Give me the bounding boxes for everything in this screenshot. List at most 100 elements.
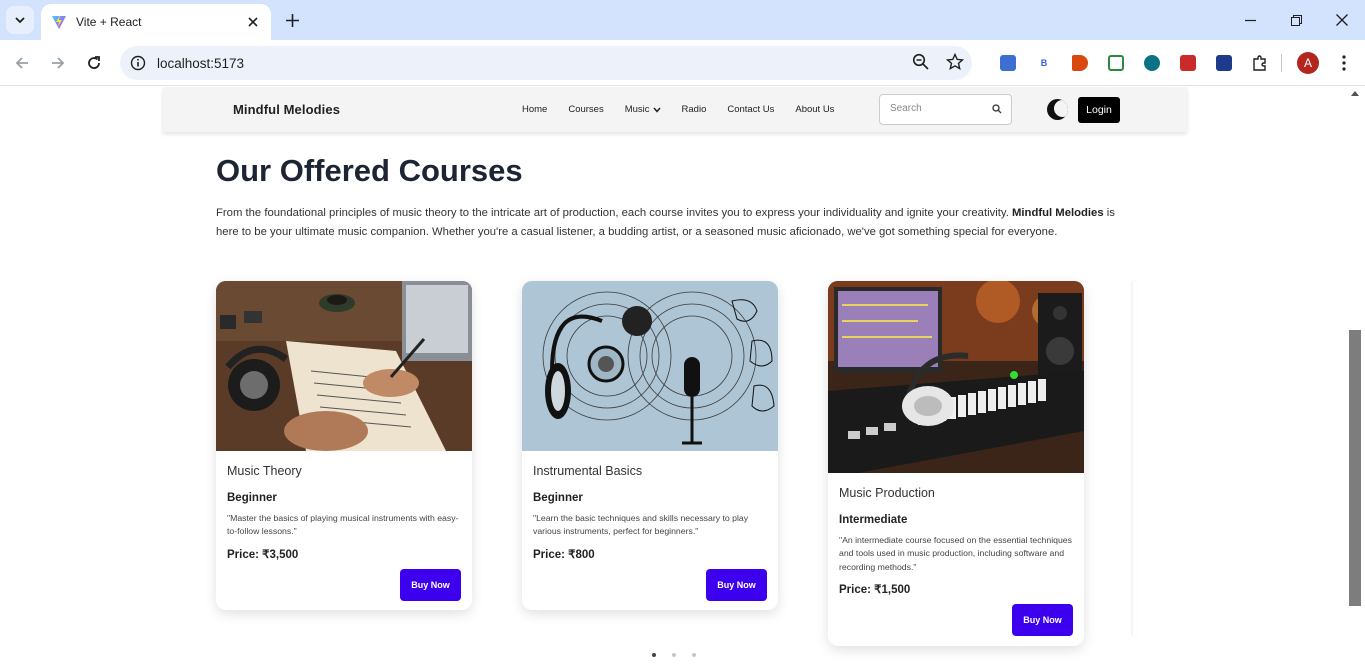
tab-search-button[interactable] bbox=[6, 6, 34, 34]
music-theory-image bbox=[216, 281, 472, 451]
site-brand[interactable]: Mindful Melodies bbox=[233, 102, 340, 117]
tab-title: Vite + React bbox=[76, 15, 142, 29]
browser-toolbar: localhost:5173 B A bbox=[0, 40, 1365, 86]
nav-link-home[interactable]: Home bbox=[522, 104, 547, 115]
course-price: Price: ₹800 bbox=[533, 548, 595, 561]
course-description: "An intermediate course focused on the e… bbox=[839, 535, 1072, 572]
minimize-button[interactable] bbox=[1227, 0, 1273, 40]
course-card-body: Music Production Intermediate "An interm… bbox=[828, 473, 1084, 636]
nav-link-radio[interactable]: Radio bbox=[682, 104, 707, 115]
location-ext-icon bbox=[1144, 55, 1160, 71]
new-tab-button[interactable] bbox=[280, 8, 304, 32]
course-card: Music Production Intermediate "An interm… bbox=[828, 281, 1084, 646]
extension-button[interactable] bbox=[1134, 52, 1170, 74]
close-icon bbox=[248, 17, 258, 27]
browser-tab[interactable]: Vite + React bbox=[41, 4, 271, 40]
megaphone-ext-icon bbox=[1072, 55, 1088, 71]
close-window-button[interactable] bbox=[1319, 0, 1365, 40]
star-icon bbox=[945, 52, 965, 71]
reload-icon bbox=[88, 56, 100, 69]
page-scrollbar[interactable] bbox=[1349, 87, 1363, 672]
profile-avatar[interactable]: A bbox=[1297, 52, 1319, 74]
plus-icon bbox=[285, 13, 299, 27]
screen-ext-icon bbox=[1000, 55, 1016, 71]
bookmark-button[interactable] bbox=[945, 52, 965, 76]
page-title: Our Offered Courses bbox=[216, 153, 523, 188]
intro-brand: Mindful Melodies bbox=[1012, 207, 1104, 219]
extension-button[interactable] bbox=[1062, 52, 1098, 74]
buy-now-button[interactable]: Buy Now bbox=[706, 569, 767, 601]
chevron-down-icon bbox=[652, 107, 661, 113]
b-ext-icon: B bbox=[1040, 58, 1048, 68]
course-level: Beginner bbox=[227, 492, 277, 504]
buy-now-button[interactable]: Buy Now bbox=[400, 569, 461, 601]
nav-link-music[interactable]: Music bbox=[625, 104, 661, 115]
course-card: Instrumental Basics Beginner "Learn the … bbox=[522, 281, 778, 610]
close-icon bbox=[1336, 14, 1348, 26]
extension-button[interactable] bbox=[1170, 52, 1206, 74]
search-input[interactable] bbox=[890, 103, 990, 114]
course-title: Music Theory bbox=[227, 464, 302, 478]
nav-link-about[interactable]: About Us bbox=[795, 104, 834, 115]
nav-link-contact[interactable]: Contact Us bbox=[727, 104, 774, 115]
vite-logo-icon bbox=[52, 15, 66, 29]
browser-tab-strip: Vite + React bbox=[0, 0, 1365, 40]
scrollbar-thumb[interactable] bbox=[1349, 330, 1361, 606]
carousel-dot[interactable] bbox=[672, 653, 676, 657]
intro-text-start: From the foundational principles of musi… bbox=[216, 207, 1012, 219]
carousel-dots bbox=[652, 653, 696, 657]
puzzle-ext-icon bbox=[1253, 55, 1266, 71]
course-price: Price: ₹1,500 bbox=[839, 583, 911, 596]
theme-toggle-moon-icon[interactable] bbox=[1047, 99, 1068, 120]
course-title: Instrumental Basics bbox=[533, 464, 643, 478]
course-level: Intermediate bbox=[839, 514, 908, 526]
section-intro: From the foundational principles of musi… bbox=[216, 204, 1126, 242]
search-icon[interactable] bbox=[992, 104, 1002, 114]
grid-ext-icon bbox=[1180, 55, 1196, 71]
info-icon bbox=[130, 55, 146, 71]
buy-now-button[interactable]: Buy Now bbox=[1012, 604, 1073, 636]
course-title: Music Production bbox=[839, 486, 935, 500]
nav-link-courses[interactable]: Courses bbox=[568, 104, 603, 115]
page-viewport: Mindful Melodies Home Courses Music Radi… bbox=[0, 87, 1365, 672]
extensions-row: B bbox=[990, 52, 1278, 74]
extension-button[interactable]: B bbox=[1026, 52, 1062, 74]
next-card-edge bbox=[1133, 281, 1137, 636]
course-level: Beginner bbox=[533, 492, 583, 504]
course-description: "Learn the basic techniques and skills n… bbox=[533, 513, 749, 537]
back-button[interactable] bbox=[8, 49, 36, 77]
restore-icon bbox=[1290, 14, 1302, 26]
arrow-left-icon bbox=[15, 57, 28, 69]
browser-menu-button[interactable] bbox=[1334, 52, 1354, 74]
toolbar-divider bbox=[1281, 54, 1282, 72]
extension-button[interactable] bbox=[1206, 52, 1242, 74]
forward-button[interactable] bbox=[44, 49, 72, 77]
reload-button[interactable] bbox=[80, 49, 108, 77]
nav-link-music-label: Music bbox=[624, 104, 650, 115]
checklist-ext-icon bbox=[1108, 55, 1124, 71]
course-price: Price: ₹3,500 bbox=[227, 548, 299, 561]
url-text: localhost:5173 bbox=[157, 55, 245, 71]
site-info-button[interactable] bbox=[130, 55, 146, 71]
site-navbar: Mindful Melodies Home Courses Music Radi… bbox=[163, 87, 1187, 132]
window-controls bbox=[1227, 0, 1365, 40]
carousel-dot[interactable] bbox=[692, 653, 696, 657]
extension-button[interactable] bbox=[1098, 52, 1134, 74]
restore-button[interactable] bbox=[1273, 0, 1319, 40]
arrow-right-icon bbox=[52, 57, 65, 69]
carousel-dot[interactable] bbox=[652, 653, 656, 657]
window-ext-icon bbox=[1216, 55, 1232, 71]
address-bar[interactable]: localhost:5173 bbox=[120, 46, 972, 80]
course-card: Music Theory Beginner "Master the basics… bbox=[216, 281, 472, 610]
zoom-out-icon bbox=[912, 53, 929, 70]
login-button[interactable]: Login bbox=[1078, 97, 1120, 123]
course-card-body: Instrumental Basics Beginner "Learn the … bbox=[522, 451, 778, 601]
minimize-icon bbox=[1244, 19, 1256, 21]
scroll-up-arrow-icon[interactable] bbox=[1351, 91, 1359, 96]
extensions-menu-button[interactable] bbox=[1242, 52, 1278, 74]
chevron-down-icon bbox=[15, 17, 25, 24]
extension-button[interactable] bbox=[990, 52, 1026, 74]
close-tab-button[interactable] bbox=[245, 14, 261, 30]
zoom-button[interactable] bbox=[912, 53, 930, 76]
site-search bbox=[879, 94, 1012, 125]
